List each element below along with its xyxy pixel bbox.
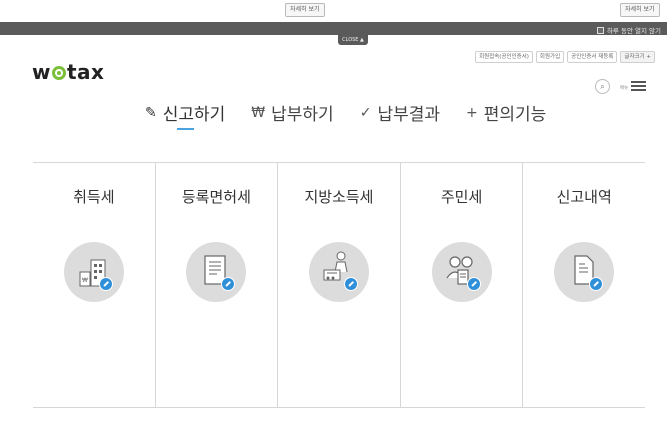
check-badge-icon [466, 277, 481, 291]
cert-register-link[interactable]: 공인인증서 재등록 [567, 51, 618, 63]
card-acquisition-tax[interactable]: 취득세 ₩ [33, 163, 156, 407]
hide-today-toggle[interactable]: 하루 동안 열지 않기 [596, 25, 661, 35]
close-tab-button[interactable]: CLOSE ▲ [338, 35, 368, 45]
tax-category-cards: 취득세 ₩ 등록면허세 지방소득세 주민세 신고내역 [33, 162, 645, 408]
menu-button[interactable]: 메뉴 [620, 80, 646, 94]
signup-link[interactable]: 회원가입 [535, 51, 565, 63]
plus-icon: + [466, 104, 478, 121]
card-title: 지방소득세 [304, 188, 374, 206]
people-icon [431, 242, 492, 302]
building-icon: ₩ [63, 242, 124, 302]
check-badge-icon [98, 277, 113, 291]
menu-label: 메뉴 [620, 86, 629, 91]
won-icon: ₩ [251, 104, 266, 121]
nav-convenience[interactable]: + 편의기능 [466, 100, 547, 126]
logo-text-w: w [32, 60, 51, 84]
search-button[interactable]: ⌕ [595, 79, 610, 94]
card-title: 신고내역 [556, 188, 612, 206]
check-badge-icon [343, 277, 358, 291]
card-resident-tax[interactable]: 주민세 [401, 163, 524, 407]
check-icon: ✓ [359, 104, 372, 121]
logo-text-tax: tax [66, 60, 105, 84]
card-title: 등록면허세 [181, 188, 251, 206]
svg-text:₩: ₩ [82, 277, 88, 284]
font-size-button[interactable]: 글자크기 + [620, 51, 655, 63]
nav-payment[interactable]: ₩ 납부하기 [251, 100, 334, 126]
nav-result[interactable]: ✓ 납부결과 [359, 100, 440, 126]
worker-icon [308, 242, 369, 302]
wetax-logo[interactable]: w tax [32, 60, 104, 84]
notice-bar [0, 22, 667, 35]
file-icon [554, 242, 615, 302]
detail-button[interactable]: 자세히 보기 [285, 3, 325, 17]
pencil-icon: ✎ [145, 104, 157, 121]
login-cert-link[interactable]: 회원접속(공인인증서) [475, 51, 533, 63]
nav-convenience-label: 편의기능 [483, 105, 547, 125]
nav-report[interactable]: ✎ 신고하기 [145, 100, 226, 126]
search-icon: ⌕ [600, 82, 605, 91]
document-icon [186, 242, 247, 302]
hamburger-icon [631, 81, 646, 93]
utility-links: 회원접속(공인인증서) 회원가입 공인인증서 재등록 글자크기 + [475, 51, 655, 63]
detail-button-right[interactable]: 자세히 보기 [620, 3, 660, 17]
nav-result-label: 납부결과 [377, 105, 440, 125]
hide-today-label: 하루 동안 열지 않기 [606, 27, 661, 35]
logo-mark-icon [51, 66, 66, 80]
card-title: 취득세 [73, 188, 115, 206]
main-navigation: ✎ 신고하기 ₩ 납부하기 ✓ 납부결과 + 편의기능 [145, 100, 547, 126]
nav-payment-label: 납부하기 [271, 105, 334, 125]
nav-report-label: 신고하기 [162, 105, 226, 125]
card-report-history[interactable]: 신고내역 [523, 163, 645, 407]
card-local-income-tax[interactable]: 지방소득세 [278, 163, 401, 407]
card-title: 주민세 [440, 188, 483, 206]
card-registration-tax[interactable]: 등록면허세 [156, 163, 279, 407]
active-tab-indicator [177, 128, 194, 130]
hide-today-checkbox[interactable] [596, 26, 604, 34]
top-notice-strip: 자세히 보기 자세히 보기 [0, 0, 667, 22]
